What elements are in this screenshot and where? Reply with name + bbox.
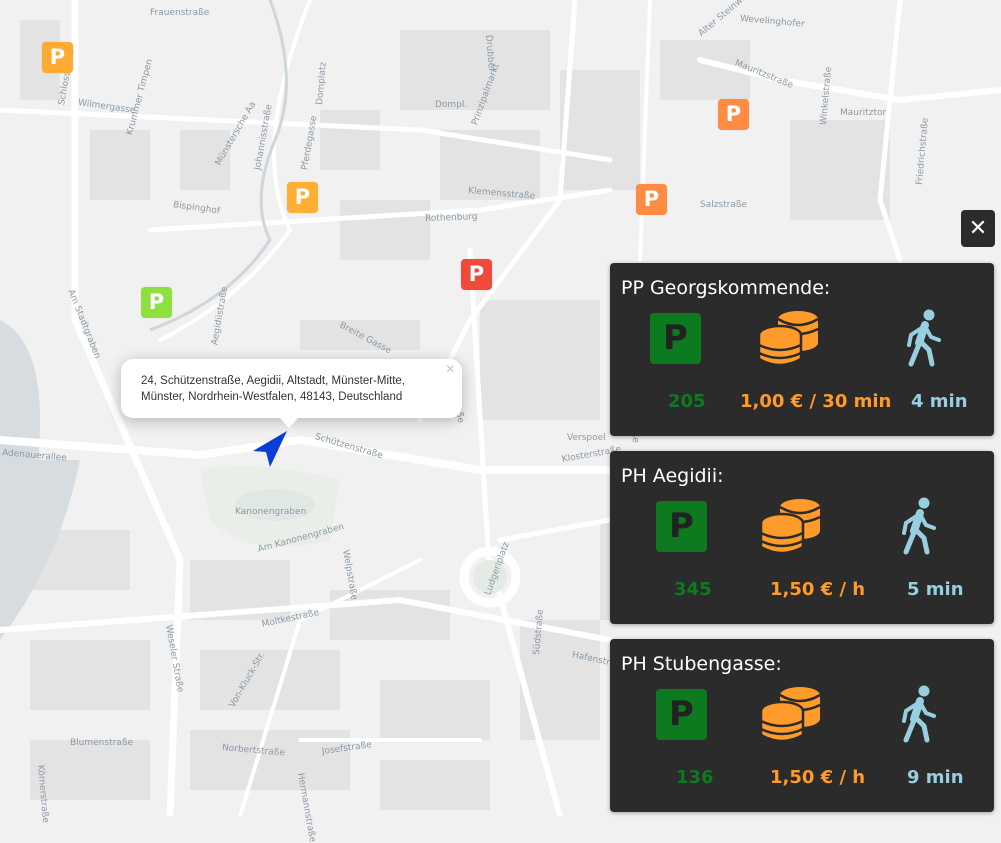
price: 1,50 € / h <box>770 579 866 600</box>
parking-marker[interactable]: P <box>42 42 73 73</box>
free-spaces: 136 <box>676 767 714 788</box>
free-spaces: 205 <box>668 391 706 412</box>
address-text: 24, Schützenstraße, Aegidii, Altstadt, M… <box>141 373 405 405</box>
parking-name: PH Aegidii: <box>621 465 724 487</box>
walking-person-icon <box>900 497 940 561</box>
coins-icon <box>759 685 822 749</box>
parking-icon-letter: P <box>669 694 694 734</box>
parking-card[interactable]: PP Georgskommende: P 205 1,00 € / 30 min 4 m… <box>610 263 994 436</box>
walk-time: 5 min <box>907 579 964 600</box>
parking-card[interactable]: PH Aegidii: P 345 1,50 € / h 5 min <box>610 451 994 624</box>
address-popup: 24, Schützenstraße, Aegidii, Altstadt, M… <box>121 359 462 428</box>
parking-marker[interactable]: P <box>636 184 667 215</box>
street-label: Salzstraße <box>700 200 748 210</box>
parking-name: PP Georgskommende: <box>621 277 831 299</box>
street-label: Verspoel <box>567 433 606 443</box>
address-line-1: 24, Schützenstraße, Aegidii, Altstadt, M… <box>141 375 405 387</box>
parking-icon: P <box>650 313 701 364</box>
parking-marker[interactable]: P <box>461 259 492 290</box>
parking-icon: P <box>656 501 707 552</box>
walk-time: 9 min <box>907 767 964 788</box>
street-label: Kanonengraben <box>235 507 307 517</box>
panel-close-button[interactable]: ✕ <box>961 210 995 247</box>
parking-marker[interactable]: P <box>718 99 749 130</box>
parking-icon: P <box>656 689 707 740</box>
price: 1,50 € / h <box>770 767 866 788</box>
parking-icon-letter: P <box>663 318 688 358</box>
free-spaces: 345 <box>674 579 712 600</box>
street-label: Blumenstraße <box>70 738 134 748</box>
walk-time: 4 min <box>911 391 968 412</box>
popup-close-button[interactable]: × <box>446 361 455 379</box>
walking-person-icon <box>900 685 940 749</box>
street-label: Dompl. <box>435 100 468 110</box>
popup-tip <box>279 417 299 428</box>
address-line-2: Münster, Nordrhein-Westfalen, 48143, Deu… <box>141 391 403 403</box>
parking-name: PH Stubengasse: <box>621 653 782 675</box>
walking-person-icon <box>905 309 945 373</box>
parking-icon-letter: P <box>669 506 694 546</box>
parking-marker[interactable]: P <box>287 182 318 213</box>
coins-icon <box>759 497 822 561</box>
street-label: Frauenstraße <box>150 8 210 18</box>
price: 1,00 € / 30 min <box>740 391 892 412</box>
parking-marker[interactable]: P <box>141 287 172 318</box>
parking-card[interactable]: PH Stubengasse: P 136 1,50 € / h 9 min <box>610 639 994 812</box>
coins-icon <box>757 309 820 373</box>
street-label: Rothenburg <box>424 212 478 224</box>
street-label: Mauritztor <box>840 108 887 118</box>
